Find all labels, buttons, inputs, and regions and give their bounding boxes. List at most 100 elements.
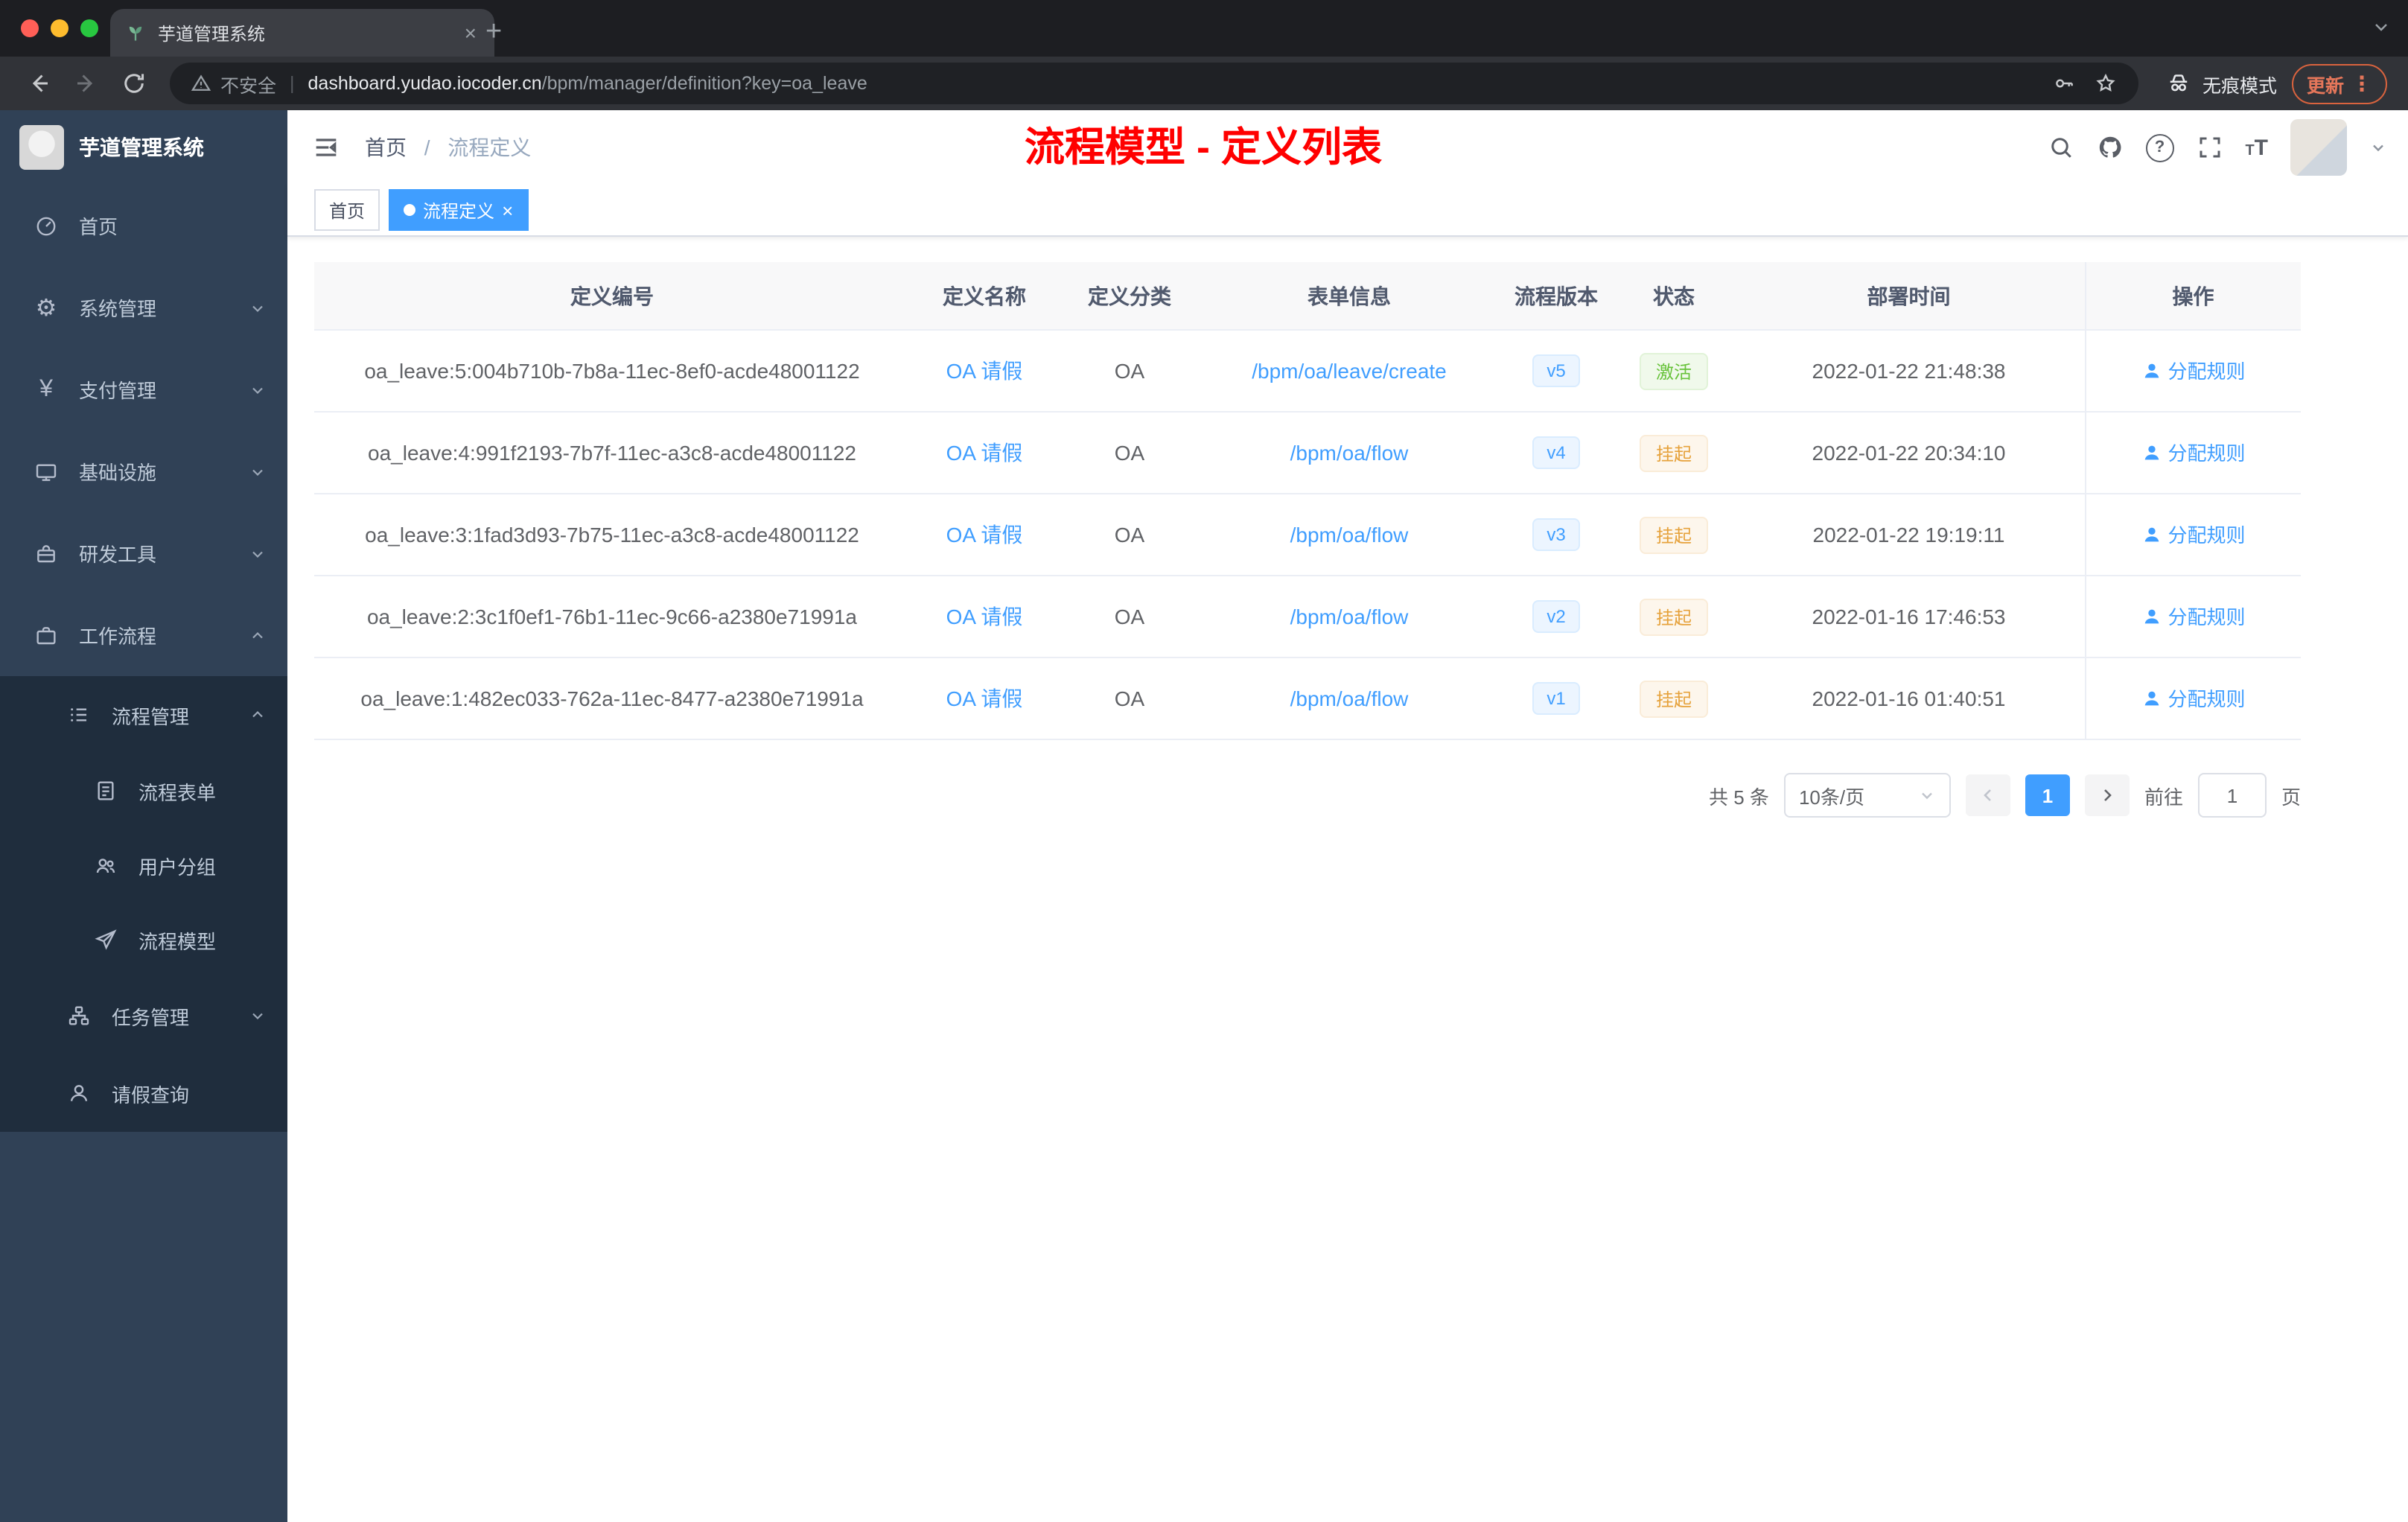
prev-page-button[interactable] (1965, 774, 2010, 816)
sidebar-item-payment-management[interactable]: ¥ 支付管理 (0, 348, 287, 430)
help-icon[interactable]: ? (2145, 133, 2174, 162)
security-chip-label[interactable]: 不安全 (220, 69, 276, 98)
cell-definition-name[interactable]: OA 请假 (910, 657, 1059, 740)
cell-definition-id: oa_leave:2:3c1f0ef1-76b1-11ec-9c66-a2380… (314, 576, 910, 658)
cell-form-link[interactable]: /bpm/oa/flow (1200, 494, 1498, 576)
page-number-button[interactable]: 1 (2025, 774, 2070, 816)
assign-rule-button[interactable]: 分配规则 (2141, 357, 2246, 385)
cell-action[interactable]: 分配规则 (2084, 657, 2301, 740)
chevron-down-icon (252, 550, 263, 558)
omnibox-separator: | (290, 73, 295, 94)
bookmark-star-icon[interactable] (2094, 71, 2118, 95)
sidebar-item-process-models[interactable]: 流程模型 (0, 902, 287, 977)
col-status: 状态 (1614, 262, 1733, 331)
cell-action[interactable]: 分配规则 (2084, 412, 2301, 494)
browser-tab[interactable]: 芋道管理系统 × (110, 9, 494, 57)
goto-label: 前往 (2144, 786, 2183, 808)
form-icon (92, 779, 119, 803)
cell-deploy-time: 2022-01-22 19:19:11 (1733, 494, 2085, 576)
cell-form-link[interactable]: /bpm/oa/flow (1200, 412, 1498, 494)
cell-deploy-time: 2022-01-16 01:40:51 (1733, 657, 2085, 740)
font-size-icon[interactable]: TT (2245, 135, 2268, 160)
cell-definition-name[interactable]: OA 请假 (910, 412, 1059, 494)
sidebar-item-home[interactable]: 首页 (0, 185, 287, 267)
sidebar-item-leave-query[interactable]: 请假查询 (0, 1054, 287, 1132)
list-icon (66, 703, 92, 727)
assign-rule-button[interactable]: 分配规则 (2141, 520, 2246, 549)
password-key-icon[interactable] (2052, 71, 2076, 95)
minimize-window-button[interactable] (51, 19, 69, 37)
tag-process-definition[interactable]: 流程定义 × (389, 189, 529, 231)
forward-icon[interactable] (73, 70, 100, 97)
zoom-window-button[interactable] (80, 19, 98, 37)
next-page-button[interactable] (2084, 774, 2130, 816)
chrome-update-button[interactable]: 更新 ⋮ (2291, 63, 2387, 104)
cell-status: 挂起 (1614, 576, 1733, 658)
cell-status: 挂起 (1614, 494, 1733, 576)
url-domain: dashboard.yudao.iocoder.cn (308, 73, 542, 94)
search-icon[interactable] (2047, 134, 2074, 161)
avatar-caret-down-icon[interactable] (2369, 138, 2387, 156)
incognito-badge: 无痕模式 (2165, 69, 2277, 98)
reload-icon[interactable] (121, 70, 147, 97)
sidebar-item-user-groups[interactable]: 用户分组 (0, 828, 287, 902)
app-logo (19, 125, 64, 170)
cell-definition-name[interactable]: OA 请假 (910, 330, 1059, 413)
cell-action[interactable]: 分配规则 (2084, 494, 2301, 576)
table-header-row: 定义编号 定义名称 定义分类 表单信息 流程版本 状态 部署时间 操作 (314, 262, 2301, 331)
sidebar: 芋道管理系统 首页 ⚙ 系统管理 ¥ 支付管理 基础设施 研发工具 工作流程 流… (0, 110, 287, 1522)
user-icon (66, 1081, 92, 1105)
sidebar-item-infrastructure[interactable]: 基础设施 (0, 430, 287, 512)
assign-user-icon (2144, 445, 2159, 459)
hamburger-icon[interactable] (287, 133, 365, 162)
cell-form-link[interactable]: /bpm/oa/flow (1200, 657, 1498, 740)
breadcrumb-home[interactable]: 首页 (365, 136, 407, 159)
cell-definition-name[interactable]: OA 请假 (910, 494, 1059, 576)
browser-tab-strip: 芋道管理系统 × + (0, 0, 2408, 57)
col-definition-id: 定义编号 (314, 262, 910, 331)
assign-rule-button[interactable]: 分配规则 (2141, 684, 2246, 713)
address-bar[interactable]: 不安全 | dashboard.yudao.iocoder.cn/bpm/man… (170, 63, 2138, 104)
tag-close-icon[interactable]: × (502, 200, 513, 220)
sidebar-item-task-management[interactable]: 任务管理 (0, 977, 287, 1054)
tab-close-icon[interactable]: × (462, 22, 480, 43)
page-unit-label: 页 (2281, 786, 2301, 808)
cell-deploy-time: 2022-01-22 21:48:38 (1733, 330, 2085, 413)
tab-search-icon[interactable] (2372, 18, 2390, 36)
cell-action[interactable]: 分配规则 (2084, 576, 2301, 658)
assign-rule-button[interactable]: 分配规则 (2141, 439, 2246, 467)
github-icon[interactable] (2096, 134, 2123, 161)
sidebar-item-process-management[interactable]: 流程管理 (0, 676, 287, 754)
assign-user-icon (2144, 691, 2159, 705)
avatar[interactable] (2290, 119, 2347, 176)
macos-window-controls[interactable] (21, 19, 98, 37)
sidebar-item-workflow[interactable]: 工作流程 (0, 594, 287, 676)
definition-table: 定义编号 定义名称 定义分类 表单信息 流程版本 状态 部署时间 操作 oa_l… (314, 262, 2301, 740)
site-favicon (129, 26, 142, 41)
incognito-label: 无痕模式 (2202, 75, 2277, 96)
cell-deploy-time: 2022-01-16 17:46:53 (1733, 576, 2085, 658)
cell-definition-name[interactable]: OA 请假 (910, 576, 1059, 658)
app-logo-row[interactable]: 芋道管理系统 (0, 110, 287, 185)
sidebar-item-system-management[interactable]: ⚙ 系统管理 (0, 267, 287, 348)
cell-form-link[interactable]: /bpm/oa/leave/create (1200, 330, 1498, 413)
browser-menu-icon[interactable]: ⋮ (2351, 73, 2372, 94)
goto-page-input[interactable] (2197, 773, 2267, 818)
cell-form-link[interactable]: /bpm/oa/flow (1200, 576, 1498, 658)
cell-action[interactable]: 分配规则 (2084, 330, 2301, 413)
toolbox-icon (33, 541, 60, 565)
close-window-button[interactable] (21, 19, 39, 37)
page-size-select[interactable]: 10条/页 (1783, 773, 1951, 818)
page-content: 定义编号 定义名称 定义分类 表单信息 流程版本 状态 部署时间 操作 oa_l… (287, 237, 2408, 1522)
sidebar-item-process-forms[interactable]: 流程表单 (0, 754, 287, 828)
fullscreen-icon[interactable] (2196, 134, 2223, 161)
back-icon[interactable] (25, 70, 52, 97)
new-tab-button[interactable]: + (485, 12, 502, 54)
cell-version: v1 (1498, 657, 1614, 740)
assign-rule-button[interactable]: 分配规则 (2141, 602, 2246, 631)
col-definition-name: 定义名称 (910, 262, 1059, 331)
sidebar-item-dev-tools[interactable]: 研发工具 (0, 512, 287, 594)
tag-home[interactable]: 首页 (314, 189, 380, 231)
cell-definition-id: oa_leave:1:482ec033-762a-11ec-8477-a2380… (314, 657, 910, 740)
briefcase-icon (33, 623, 60, 647)
